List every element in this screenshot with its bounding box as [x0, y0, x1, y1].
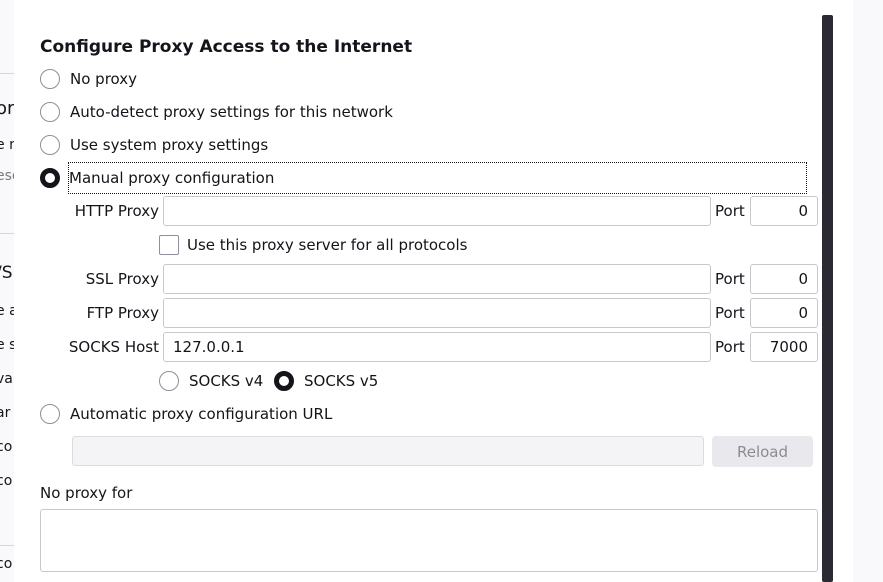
background-divider [0, 545, 14, 546]
reload-button[interactable]: Reload [712, 436, 813, 467]
option-socks-v5[interactable]: SOCKS v5 [274, 370, 379, 392]
focus-ring: Manual proxy configuration [68, 162, 807, 194]
no-proxy-for-label: No proxy for [40, 484, 133, 502]
background-text: va [0, 371, 13, 387]
background-text: e s [0, 337, 14, 353]
option-system-proxy-label: Use system proxy settings [70, 136, 269, 154]
background-text: orn [0, 98, 14, 119]
option-system-proxy[interactable]: Use system proxy settings [40, 134, 269, 156]
radio-socks-v4[interactable] [159, 371, 179, 391]
http-port-input[interactable]: 0 [750, 196, 818, 226]
ftp-port-input[interactable]: 0 [750, 298, 818, 328]
http-proxy-input[interactable] [163, 196, 711, 226]
background-page-right [853, 0, 883, 582]
option-socks-v5-label: SOCKS v5 [304, 372, 379, 390]
option-no-proxy-label: No proxy [70, 70, 137, 88]
background-text: /S [0, 263, 13, 283]
option-no-proxy[interactable]: No proxy [40, 68, 138, 90]
background-text: co [0, 439, 13, 455]
option-socks-v4[interactable]: SOCKS v4 [159, 370, 264, 392]
ssl-port-label: Port [715, 270, 745, 288]
ftp-proxy-label: FTP Proxy [86, 304, 159, 322]
connection-settings-dialog: Configure Proxy Access to the Internet N… [14, 0, 853, 582]
background-text: co [0, 556, 13, 572]
radio-manual-proxy[interactable] [40, 168, 60, 188]
socks-host-input[interactable]: 127.0.0.1 [163, 332, 711, 362]
radio-socks-v5[interactable] [274, 371, 294, 391]
no-proxy-for-textarea[interactable] [40, 509, 818, 572]
socks-port-input[interactable]: 7000 [750, 332, 818, 362]
background-divider [0, 233, 14, 234]
radio-auto-detect[interactable] [40, 102, 60, 122]
background-text: ese [0, 168, 14, 184]
scrollbar[interactable] [822, 15, 833, 582]
radio-auto-config-url[interactable] [40, 404, 60, 424]
share-proxy-checkbox[interactable] [159, 235, 179, 255]
background-text: e n [0, 137, 14, 153]
ssl-proxy-input[interactable] [163, 264, 711, 294]
background-divider [0, 73, 14, 74]
socks-host-label: SOCKS Host [68, 338, 159, 356]
http-proxy-label: HTTP Proxy [74, 202, 159, 220]
option-manual-proxy-label: Manual proxy configuration [69, 169, 275, 187]
ftp-proxy-input[interactable] [163, 298, 711, 328]
share-proxy-label: Use this proxy server for all protocols [187, 236, 468, 254]
option-auto-detect[interactable]: Auto-detect proxy settings for this netw… [40, 101, 394, 123]
background-text: e a [0, 303, 14, 319]
background-text: co [0, 473, 13, 489]
dialog-title: Configure Proxy Access to the Internet [40, 37, 413, 57]
option-manual-proxy[interactable]: Manual proxy configuration [40, 162, 807, 194]
option-auto-config-url[interactable]: Automatic proxy configuration URL [40, 403, 333, 425]
option-auto-detect-label: Auto-detect proxy settings for this netw… [70, 103, 393, 121]
ftp-port-label: Port [715, 304, 745, 322]
option-auto-config-url-label: Automatic proxy configuration URL [70, 405, 333, 423]
radio-system-proxy[interactable] [40, 135, 60, 155]
ssl-port-input[interactable]: 0 [750, 264, 818, 294]
ssl-proxy-label: SSL Proxy [85, 270, 159, 288]
socks-port-label: Port [715, 338, 745, 356]
http-port-label: Port [715, 202, 745, 220]
option-socks-v4-label: SOCKS v4 [189, 372, 264, 390]
radio-no-proxy[interactable] [40, 69, 60, 89]
background-text: ar [0, 405, 11, 421]
auto-config-url-input[interactable] [72, 436, 704, 466]
background-page: orn e n ese /S e a e s va ar co co co [0, 0, 14, 582]
